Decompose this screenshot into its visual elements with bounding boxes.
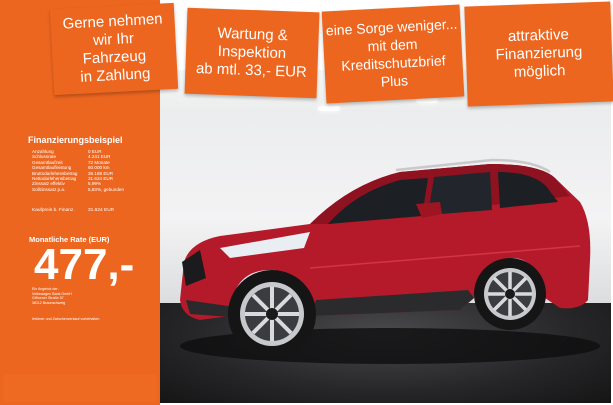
ceiling-light <box>318 106 340 111</box>
purchase-price-label: Kaufpreis b. Finanz. <box>32 208 75 213</box>
ceiling-light <box>416 98 438 103</box>
dealer-info: Ein Angebot der: Volkswagen Bank GmbH Gi… <box>32 287 72 305</box>
ad-frame: Gerne nehmen wir Ihr Fahrzeug in Zahlung… <box>0 0 613 405</box>
car-image <box>180 158 600 364</box>
purchase-price-value: 31.624 EUR <box>88 208 115 213</box>
banner-maintenance: Wartung & Inspektion ab mtl. 33,- EUR <box>184 7 320 99</box>
banner-financing: attraktive Finanzierung möglich <box>464 1 613 107</box>
front-wheel <box>228 270 316 358</box>
monthly-rate-value: 477,- <box>34 240 135 289</box>
rear-wheel <box>474 258 546 330</box>
disclaimer: Irrtümer und Zwischenverkauf vorbehalten <box>32 317 100 321</box>
financing-panel-bottom <box>3 374 157 402</box>
banner-trade-in: Gerne nehmen wir Ihr Fahrzeug in Zahlung <box>49 2 179 96</box>
purchase-price-row: Kaufpreis b. Finanz. 31.624 EUR <box>32 208 114 213</box>
financing-table: Anzahlung 0 EUR Schlussrate 4.241 EUR Gesa… <box>32 149 148 192</box>
banner-credit-protection: eine Sorge weniger... mit dem Kreditschu… <box>321 4 465 104</box>
financing-row: Sollzinssatz p.a. 5,83%, gebunden <box>32 186 125 192</box>
financing-title: Finanzierungsbeispiel <box>28 135 123 145</box>
